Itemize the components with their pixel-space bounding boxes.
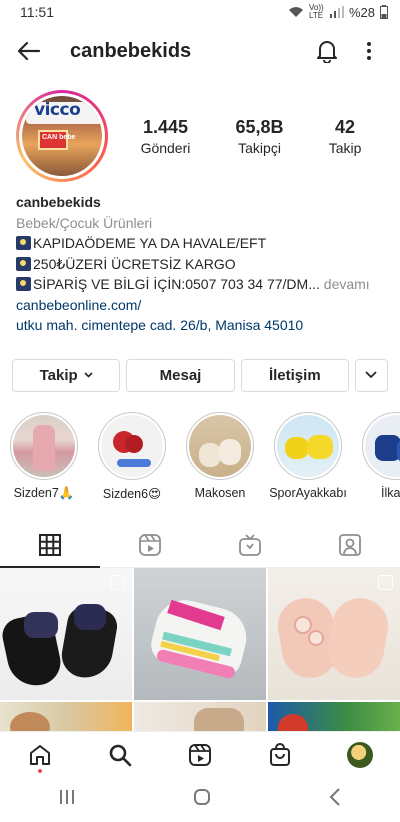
profile-avatar-icon xyxy=(347,741,373,768)
posts-grid xyxy=(0,567,400,742)
highlight-label: Makosen xyxy=(194,485,246,500)
bio-address-link[interactable]: utku mah. cimentepe cad. 26/b, Manisa 45… xyxy=(16,315,384,336)
status-time: 11:51 xyxy=(20,4,54,20)
highlight-cover xyxy=(189,414,251,477)
tab-reels[interactable] xyxy=(100,524,200,567)
more-options-button[interactable] xyxy=(352,34,386,68)
back-chevron-icon xyxy=(329,788,340,806)
avatar-logo: vicco xyxy=(34,100,81,120)
bio-line-contact: SİPARİŞ VE BİLGİ İÇİN:0507 703 34 77/DM.… xyxy=(16,274,384,295)
followers-count[interactable]: 65,8B Takipçi xyxy=(236,117,284,156)
bottom-navigation xyxy=(0,731,400,777)
post-thumbnail[interactable] xyxy=(0,567,132,700)
follow-button[interactable]: Takip xyxy=(12,358,121,392)
status-icons: Vo)) LTE %28 xyxy=(288,4,388,20)
profile-summary: vicco CAN bebe 1.445 Gönderi 65,8B Takip… xyxy=(0,78,400,188)
system-navigation-bar xyxy=(0,777,400,822)
highlight-label: Sizden7🙏 xyxy=(13,485,75,500)
highlight-item[interactable]: Sizden7🙏 xyxy=(10,411,78,508)
wifi-icon xyxy=(288,7,303,17)
profile-header: canbebekids xyxy=(0,24,400,78)
following-count[interactable]: 42 Takip xyxy=(329,117,362,156)
bio-more-link[interactable]: devamı xyxy=(320,276,370,292)
avatar-story-ring[interactable]: vicco CAN bebe xyxy=(16,90,108,182)
bio-name: canbebekids xyxy=(16,194,101,210)
highlight-cover xyxy=(101,414,163,477)
home-icon xyxy=(30,744,50,765)
nav-home[interactable] xyxy=(20,735,60,775)
posts-count[interactable]: 1.445 Gönderi xyxy=(141,117,191,156)
nav-search[interactable] xyxy=(100,735,140,775)
bio-line-shipping: 250₺ÜZERİ ÜCRETSİZ KARGO xyxy=(16,254,384,275)
bio-line-payment: KAPIDAÖDEME YA DA HAVALE/EFT xyxy=(16,233,384,254)
highlight-label: SporAyakkabı xyxy=(269,485,347,500)
battery-text: %28 xyxy=(348,4,375,20)
post-thumbnail[interactable] xyxy=(268,567,400,700)
night-sky-emoji-icon xyxy=(16,236,31,250)
highlight-item[interactable]: İlkadı xyxy=(362,411,400,508)
back-system-button[interactable] xyxy=(329,788,341,811)
highlight-label: Sizden6😍 xyxy=(102,486,162,501)
night-sky-emoji-icon xyxy=(16,277,31,291)
profile-actions: Takip Mesaj İletişim xyxy=(0,358,400,392)
home-system-button[interactable] xyxy=(193,788,211,811)
search-icon xyxy=(109,744,132,766)
signal-icon xyxy=(329,6,344,18)
avatar-sign-text: CAN bebe xyxy=(42,134,76,141)
network-text: Vo)) LTE xyxy=(308,3,324,20)
bio-category: Bebek/Çocuk Ürünleri xyxy=(16,214,153,231)
chevron-down-icon xyxy=(365,371,378,379)
highlight-cover xyxy=(277,414,339,477)
kebab-menu-icon xyxy=(367,42,371,60)
recent-apps-icon xyxy=(60,790,74,804)
highlight-item[interactable]: Makosen xyxy=(186,411,254,508)
profile-tabs xyxy=(0,524,400,568)
message-button[interactable]: Mesaj xyxy=(126,358,235,392)
reels-icon xyxy=(139,534,161,556)
multi-select-checkbox[interactable] xyxy=(378,574,393,590)
highlight-item[interactable]: Sizden6😍 xyxy=(98,411,166,508)
highlight-cover xyxy=(365,414,400,477)
tagged-user-icon xyxy=(339,534,361,556)
home-circle-icon xyxy=(194,789,210,805)
chevron-down-icon xyxy=(84,372,93,378)
contact-button[interactable]: İletişim xyxy=(240,358,349,392)
recent-apps-button[interactable] xyxy=(59,789,75,810)
status-bar: 11:51 Vo)) LTE %28 xyxy=(0,0,400,24)
grid-icon xyxy=(39,534,61,556)
profile-stats: 1.445 Gönderi 65,8B Takipçi 42 Takip xyxy=(118,117,384,156)
reels-icon xyxy=(189,743,211,766)
highlight-label: İlkadı xyxy=(381,485,400,500)
suggested-accounts-button[interactable] xyxy=(354,358,388,392)
nav-reels[interactable] xyxy=(180,735,220,775)
highlight-item[interactable]: SporAyakkabı xyxy=(269,411,347,508)
tab-posts-grid[interactable] xyxy=(0,524,100,568)
nav-shop[interactable] xyxy=(260,735,300,775)
tab-tagged[interactable] xyxy=(300,524,400,567)
bell-icon xyxy=(317,41,337,63)
tab-igtv[interactable] xyxy=(200,524,300,567)
shopping-bag-icon xyxy=(270,742,290,766)
post-thumbnail[interactable] xyxy=(134,567,266,700)
battery-icon xyxy=(380,5,388,19)
notification-dot xyxy=(38,768,42,773)
night-sky-emoji-icon xyxy=(16,256,31,271)
header-username: canbebekids xyxy=(70,39,192,62)
bio-website-link[interactable]: canbebeonline.com/ xyxy=(16,295,384,316)
avatar: vicco CAN bebe xyxy=(22,96,102,176)
back-button[interactable] xyxy=(14,36,44,66)
profile-bio: canbebekids Bebek/Çocuk Ürünleri KAPIDAÖ… xyxy=(0,188,400,336)
multi-select-checkbox[interactable] xyxy=(110,574,125,590)
story-highlights: Sizden7🙏 Sizden6😍 Makosen SporAyakkabı İ… xyxy=(0,411,400,508)
nav-profile[interactable] xyxy=(340,735,380,775)
highlight-cover xyxy=(13,414,75,477)
igtv-icon xyxy=(239,534,261,556)
notifications-button[interactable] xyxy=(310,34,344,68)
back-arrow-icon xyxy=(17,41,41,61)
